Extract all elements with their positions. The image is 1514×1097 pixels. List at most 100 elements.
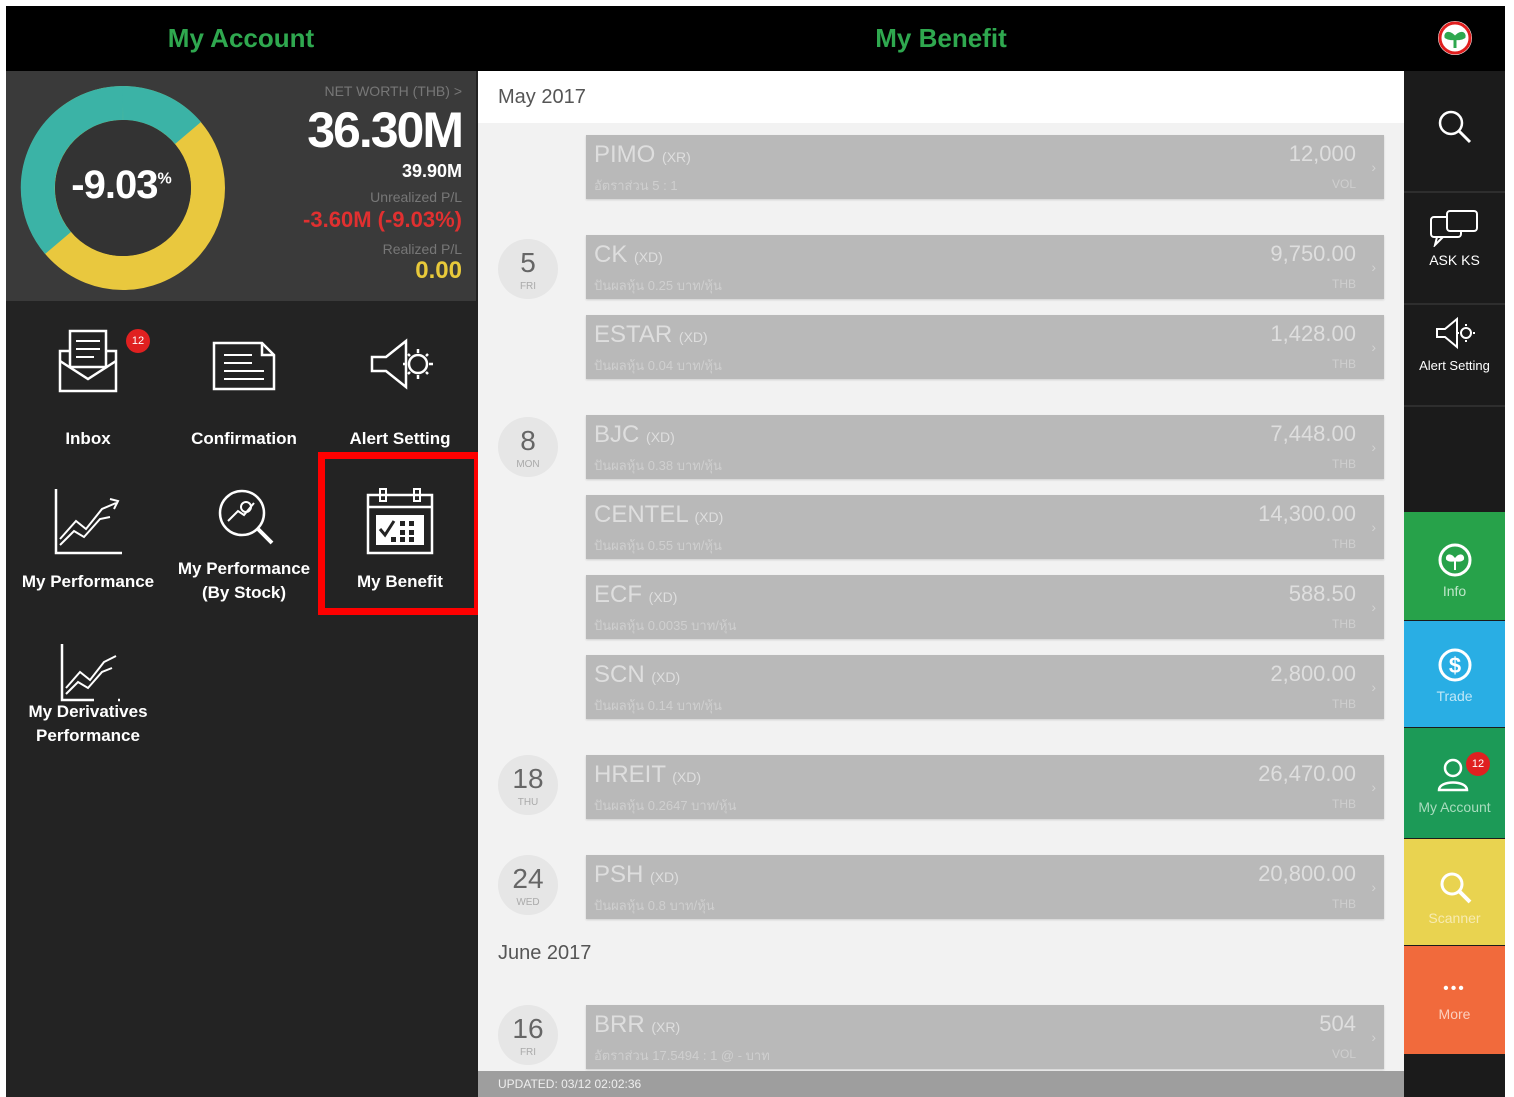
benefit-card[interactable]: HREIT (XD) ปันผลหุ้น 0.2647 บาท/หุ้น 26,… <box>586 755 1384 819</box>
card-unit: THB <box>1332 617 1356 631</box>
net-worth-label[interactable]: NET WORTH (THB) > <box>324 83 462 99</box>
chevron-right-icon: › <box>1371 159 1376 175</box>
scanner-button[interactable]: Scanner <box>1404 839 1505 945</box>
megaphone-gear-icon <box>370 338 433 390</box>
benefit-card[interactable]: BJC (XD) ปันผลหุ้น 0.38 บาท/หุ้น 7,448.0… <box>586 415 1384 479</box>
info-button[interactable]: Info <box>1404 512 1505 620</box>
card-unit: THB <box>1332 277 1356 291</box>
scanner-magnifier-icon <box>1440 872 1471 904</box>
card-symbol: CENTEL (XD) <box>594 501 724 528</box>
card-detail: ปันผลหุ้น 0.38 บาท/หุ้น <box>594 458 722 473</box>
selection-highlight-box <box>318 452 481 615</box>
card-symbol: ESTAR (XD) <box>594 321 708 348</box>
menu-my-performance-by-stock[interactable]: My Performance (By Stock) <box>166 481 322 611</box>
card-detail: อัตราส่วน 17.5494 : 1 @ - บาท <box>594 1048 770 1063</box>
benefit-card[interactable]: CK (XD) ปันผลหุ้น 0.25 บาท/หุ้น 9,750.00… <box>586 235 1384 299</box>
month-header: May 2017 <box>478 71 1404 123</box>
card-amount: 504 <box>1319 1011 1356 1036</box>
search-icon <box>1438 110 1471 144</box>
day-bubble: 24 WED <box>498 855 558 915</box>
inbox-badge: 12 <box>126 329 150 353</box>
benefit-list[interactable]: May 2017 PIMO (XR) อัตราส่วน 5 : 1 12,00… <box>478 71 1404 1097</box>
my-performance-stock-label: My Performance (By Stock) <box>177 559 311 602</box>
chevron-right-icon: › <box>1371 599 1376 615</box>
dollar-coin-icon: $ <box>1438 648 1471 682</box>
search-button[interactable] <box>1404 71 1505 191</box>
card-unit: THB <box>1332 797 1356 811</box>
card-unit: THB <box>1332 897 1356 911</box>
magnifier-chart-icon <box>218 489 274 545</box>
chat-bubbles-icon <box>1429 210 1478 249</box>
cost-value: 39.90M <box>401 161 462 181</box>
card-amount: 14,300.00 <box>1258 501 1356 526</box>
inbox-icon <box>58 329 118 393</box>
chevron-right-icon: › <box>1371 519 1376 535</box>
card-amount: 20,800.00 <box>1258 861 1356 886</box>
my-performance-label: My Performance <box>21 572 155 591</box>
benefit-card[interactable]: CENTEL (XD) ปันผลหุ้น 0.55 บาท/หุ้น 14,3… <box>586 495 1384 559</box>
menu-alert-setting[interactable]: Alert Setting <box>322 321 478 451</box>
more-dots-icon: ••• <box>1443 980 1466 997</box>
benefit-card[interactable]: BRR (XR) อัตราส่วน 17.5494 : 1 @ - บาท 5… <box>586 1005 1384 1069</box>
right-sidebar: ASK KS Alert Setting Info $ Trade 12 My … <box>1404 71 1505 1097</box>
app-frame: My Account My Benefit -9.03% NET WORTH (… <box>6 6 1505 1097</box>
more-button[interactable]: ••• More <box>1404 946 1505 1054</box>
card-amount: 12,000 <box>1288 141 1356 166</box>
card-detail: อัตราส่วน 5 : 1 <box>594 178 678 193</box>
card-symbol: PIMO (XR) <box>594 141 691 168</box>
card-amount: 7,448.00 <box>1270 421 1356 446</box>
alert-setting-side-button[interactable]: Alert Setting <box>1404 305 1505 405</box>
menu-confirmation[interactable]: Confirmation <box>166 321 322 451</box>
menu-my-derivatives-performance[interactable]: My Derivatives Performance <box>10 636 166 766</box>
ask-ks-button[interactable]: ASK KS <box>1404 193 1505 303</box>
page-title: My Benefit <box>875 23 1007 53</box>
chevron-right-icon: › <box>1371 439 1376 455</box>
day-bubble: 16 FRI <box>498 1005 558 1065</box>
my-account-button[interactable]: 12 My Account <box>1404 728 1505 838</box>
chevron-right-icon: › <box>1371 259 1376 275</box>
alert-setting-label: Alert Setting <box>349 429 451 448</box>
card-unit: THB <box>1332 697 1356 711</box>
my-derivatives-label: My Derivatives Performance <box>28 702 148 745</box>
card-unit: VOL <box>1331 1047 1356 1061</box>
performance-chart-icon <box>54 489 122 555</box>
card-unit: THB <box>1332 457 1356 471</box>
card-symbol: PSH (XD) <box>594 861 679 888</box>
card-unit: VOL <box>1331 177 1356 191</box>
trade-button[interactable]: $ Trade <box>1404 621 1505 727</box>
card-amount: 26,470.00 <box>1258 761 1356 786</box>
chevron-right-icon: › <box>1371 679 1376 695</box>
benefit-card[interactable]: SCN (XD) ปันผลหุ้น 0.14 บาท/หุ้น 2,800.0… <box>586 655 1384 719</box>
portfolio-summary: -9.03% NET WORTH (THB) > 36.30M 39.90M U… <box>6 71 476 301</box>
megaphone-gear-icon <box>1435 316 1475 350</box>
menu-inbox[interactable]: 12 Inbox <box>10 321 166 451</box>
card-symbol: CK (XD) <box>594 241 663 268</box>
day-bubble: 18 THU <box>498 755 558 815</box>
card-detail: ปันผลหุ้น 0.25 บาท/หุ้น <box>594 278 722 293</box>
card-detail: ปันผลหุ้น 0.04 บาท/หุ้น <box>594 358 722 373</box>
card-unit: THB <box>1332 357 1356 371</box>
card-detail: ปันผลหุ้น 0.8 บาท/หุ้น <box>594 898 715 913</box>
benefit-card[interactable]: PIMO (XR) อัตราส่วน 5 : 1 12,000 VOL › <box>586 135 1384 199</box>
month-header: June 2017 <box>478 927 1404 979</box>
chevron-right-icon: › <box>1371 339 1376 355</box>
realized-value: 0.00 <box>415 257 462 284</box>
day-bubble: 8 MON <box>498 417 558 477</box>
benefit-card[interactable]: PSH (XD) ปันผลหุ้น 0.8 บาท/หุ้น 20,800.0… <box>586 855 1384 919</box>
card-detail: ปันผลหุ้น 0.55 บาท/หุ้น <box>594 538 722 553</box>
benefit-card[interactable]: ECF (XD) ปันผลหุ้น 0.0035 บาท/หุ้น 588.5… <box>586 575 1384 639</box>
card-detail: ปันผลหุ้น 0.0035 บาท/หุ้น <box>594 618 737 633</box>
inbox-label: Inbox <box>65 429 111 448</box>
svg-text:$: $ <box>1448 653 1460 678</box>
kbank-leaf-icon <box>1438 543 1471 577</box>
chevron-right-icon: › <box>1371 879 1376 895</box>
kbank-logo-icon[interactable] <box>1438 21 1472 55</box>
card-symbol: ECF (XD) <box>594 581 678 608</box>
unrealized-label: Unrealized P/L <box>370 189 462 205</box>
card-symbol: BRR (XR) <box>594 1011 681 1038</box>
card-symbol: SCN (XD) <box>594 661 681 688</box>
benefit-card[interactable]: ESTAR (XD) ปันผลหุ้น 0.04 บาท/หุ้น 1,428… <box>586 315 1384 379</box>
realized-label: Realized P/L <box>382 241 462 257</box>
menu-my-performance[interactable]: My Performance <box>10 481 166 611</box>
updated-timestamp: UPDATED: 03/12 02:02:36 <box>478 1071 1404 1097</box>
